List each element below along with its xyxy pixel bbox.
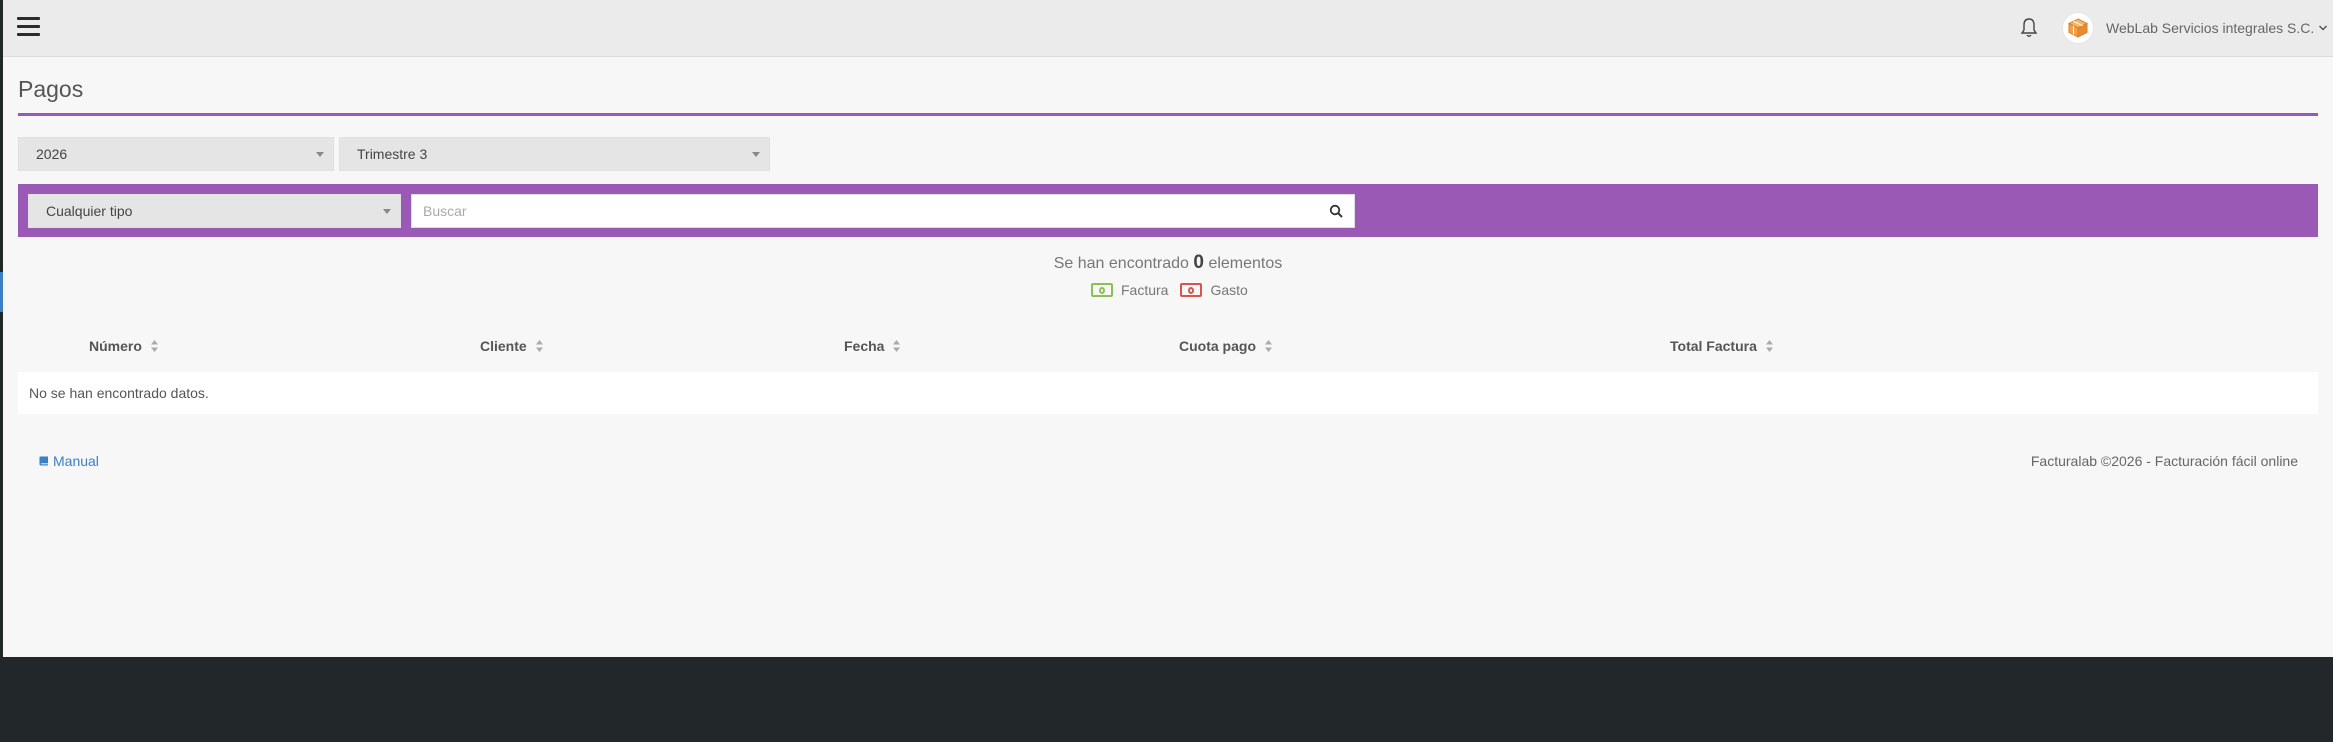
bell-icon[interactable]	[2019, 17, 2039, 39]
column-header-fecha[interactable]: Fecha	[844, 338, 901, 354]
table-header: Número Cliente Fecha Cuota pago Total Fa…	[3, 338, 2333, 360]
money-bill-icon	[1091, 283, 1113, 297]
column-label: Cuota pago	[1179, 338, 1256, 354]
table-empty-row: No se han encontrado datos.	[18, 372, 2318, 414]
sort-icon	[150, 340, 158, 352]
column-label: Número	[89, 338, 142, 354]
filter-bar: Cualquier tipo	[18, 184, 2318, 237]
search-box	[411, 194, 1355, 228]
column-label: Fecha	[844, 338, 885, 354]
sort-icon	[1765, 340, 1773, 352]
year-select[interactable]: 2026	[18, 137, 334, 171]
page: WebLab Servicios integrales S.C. Pagos 2…	[3, 0, 2333, 657]
top-navbar: WebLab Servicios integrales S.C.	[3, 0, 2333, 57]
caret-down-icon	[383, 209, 391, 214]
manual-link[interactable]: Manual	[38, 453, 99, 469]
manual-label: Manual	[53, 453, 99, 469]
column-header-total-factura[interactable]: Total Factura	[1670, 338, 1774, 354]
caret-down-icon	[752, 152, 760, 157]
sort-icon	[893, 340, 901, 352]
column-header-cliente[interactable]: Cliente	[480, 338, 544, 354]
search-icon[interactable]	[1329, 204, 1344, 219]
column-label: Total Factura	[1670, 338, 1757, 354]
chevron-down-icon	[2319, 25, 2328, 31]
column-header-cuota-pago[interactable]: Cuota pago	[1179, 338, 1273, 354]
results-count: Se han encontrado 0 elementos	[3, 252, 2333, 274]
quarter-select-value: Trimestre 3	[357, 146, 428, 162]
search-input[interactable]	[412, 195, 1312, 227]
user-menu[interactable]: WebLab Servicios integrales S.C.	[2062, 12, 2328, 44]
year-select-value: 2026	[36, 146, 68, 162]
results-prefix: Se han encontrado	[1053, 255, 1189, 272]
results-suffix: elementos	[1208, 255, 1283, 272]
quarter-select[interactable]: Trimestre 3	[339, 137, 770, 171]
company-name: WebLab Servicios integrales S.C.	[2106, 20, 2315, 36]
sort-icon	[535, 340, 543, 352]
sort-icon	[1265, 340, 1272, 352]
results-number: 0	[1193, 252, 1204, 273]
box-logo-icon	[2067, 18, 2089, 38]
page-title: Pagos	[18, 76, 84, 102]
column-label: Cliente	[480, 338, 527, 354]
book-icon	[39, 456, 48, 466]
company-avatar	[2062, 12, 2094, 44]
legend: Factura Gasto	[1091, 282, 1248, 298]
hamburger-icon[interactable]	[17, 17, 40, 36]
empty-message: No se han encontrado datos.	[29, 385, 209, 401]
column-header-numero[interactable]: Número	[89, 338, 159, 354]
legend-expense-label: Gasto	[1210, 282, 1248, 298]
legend-invoice-label: Factura	[1121, 282, 1169, 298]
footer-copyright: Facturalab ©2026 - Facturación fácil onl…	[2030, 453, 2298, 469]
title-divider	[18, 113, 2318, 116]
type-select-value: Cualquier tipo	[46, 203, 133, 219]
type-select[interactable]: Cualquier tipo	[28, 194, 401, 228]
caret-down-icon	[316, 152, 324, 157]
money-bill-icon	[1180, 283, 1203, 297]
